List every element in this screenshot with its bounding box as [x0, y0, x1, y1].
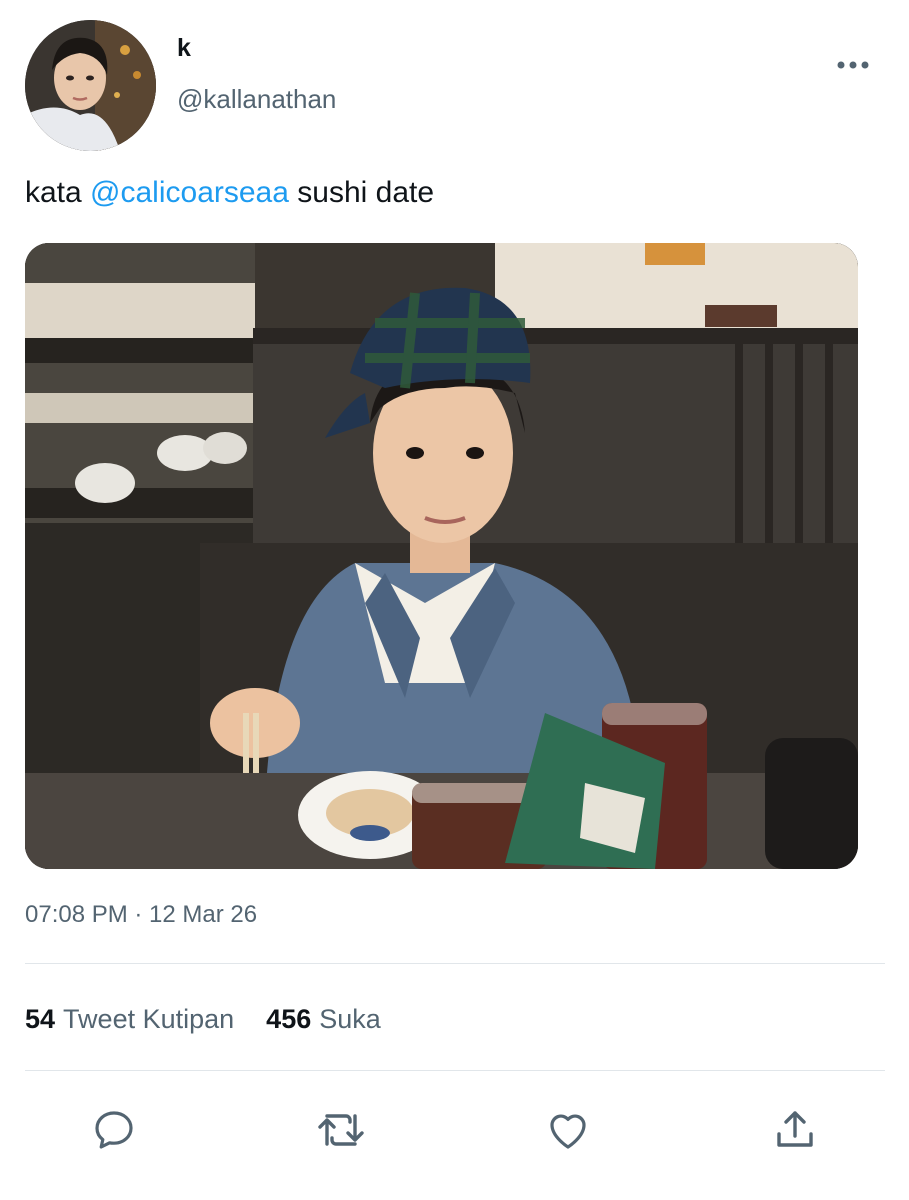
tweet-media-photo[interactable]: [25, 243, 858, 869]
author-info: k @kallanathan: [177, 34, 336, 114]
author-handle[interactable]: @kallanathan: [177, 84, 336, 114]
divider: [25, 963, 885, 964]
reply-icon: [95, 1111, 133, 1149]
quote-tweets-stat[interactable]: 54 Tweet Kutipan: [25, 1002, 234, 1036]
reply-button[interactable]: [84, 1100, 144, 1160]
divider: [25, 1070, 885, 1071]
quote-tweets-label: Tweet Kutipan: [63, 1004, 235, 1034]
photo-icon: [25, 243, 858, 869]
share-button[interactable]: [765, 1100, 825, 1160]
like-button[interactable]: [538, 1100, 598, 1160]
more-options-button[interactable]: [833, 50, 873, 80]
tweet-text-after: sushi date: [288, 176, 435, 209]
quote-tweets-count: 54: [25, 1004, 56, 1034]
tweet-header: k @kallanathan: [25, 20, 885, 152]
retweet-icon: [318, 1114, 364, 1146]
likes-stat[interactable]: 456 Suka: [266, 1002, 381, 1036]
author-avatar[interactable]: [25, 20, 156, 151]
more-dots-icon: [837, 61, 869, 69]
tweet-text-before: kata: [25, 176, 91, 209]
tweet-timestamp[interactable]: 07:08 PM · 12 Mar 26: [25, 900, 257, 930]
share-icon: [777, 1111, 813, 1147]
heart-icon: [550, 1114, 586, 1149]
tweet-stats: 54 Tweet Kutipan 456 Suka: [25, 1002, 381, 1036]
author-display-name[interactable]: k: [177, 34, 336, 62]
likes-label: Suka: [319, 1004, 381, 1034]
avatar-photo-icon: [25, 20, 156, 151]
likes-count: 456: [266, 1004, 312, 1034]
mention-link[interactable]: @calicoarseaa: [90, 176, 289, 209]
retweet-button[interactable]: [311, 1100, 371, 1160]
tweet-actions-bar: [0, 1100, 909, 1164]
tweet-text: kata @calicoarseaa sushi date: [25, 175, 434, 211]
